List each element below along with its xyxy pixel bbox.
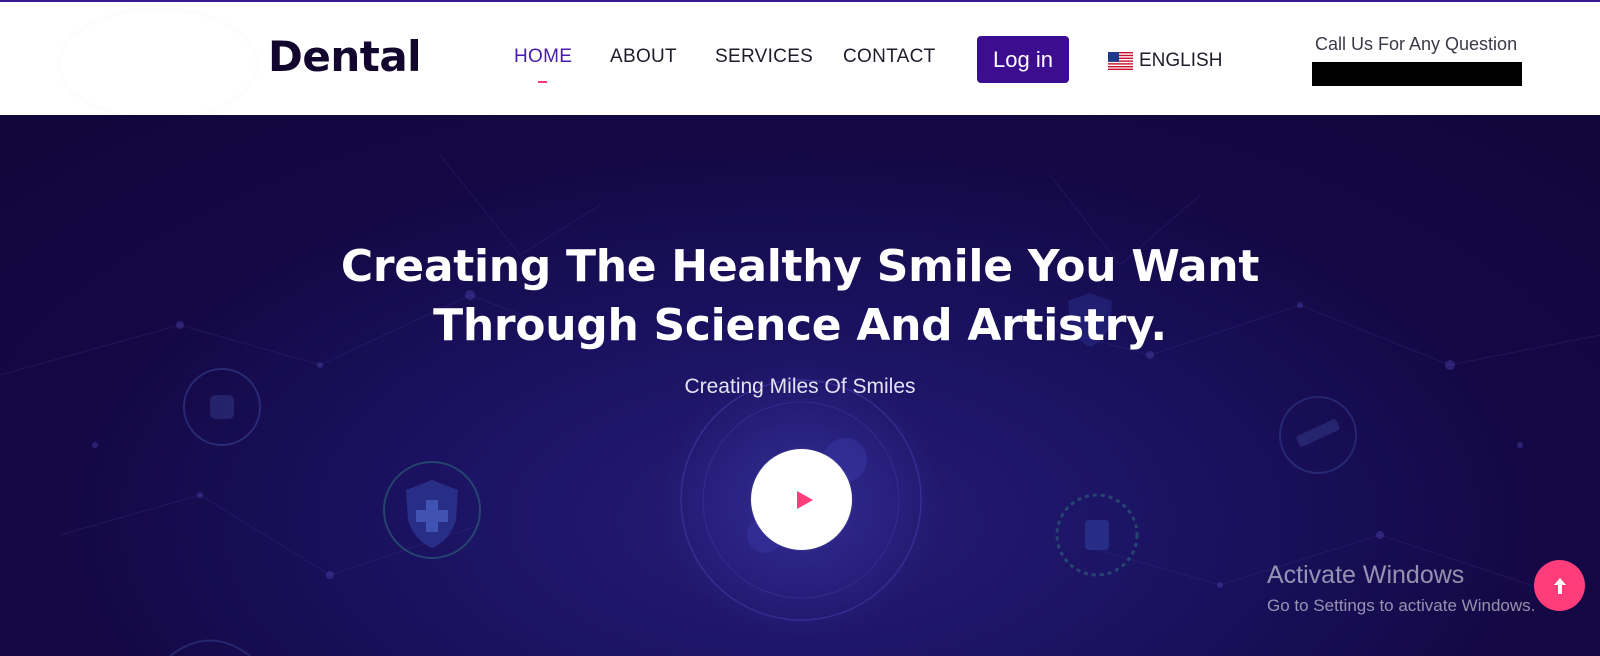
phone-number-redacted [1312,62,1522,86]
site-header: Dental HOME ABOUT SERVICES CONTACT Log i… [0,0,1600,118]
hero-title-line-1: Creating The Healthy Smile You Want [340,241,1260,292]
language-selector[interactable]: ENGLISH [1108,48,1222,74]
windows-activation-title: Activate Windows [1267,561,1465,589]
nav-item-home[interactable]: HOME [514,46,572,68]
windows-activation-subtitle: Go to Settings to activate Windows. [1267,596,1536,615]
login-button[interactable]: Log in [977,36,1069,83]
play-icon [796,490,813,509]
logo-image[interactable] [60,10,256,118]
call-us-label: Call Us For Any Question [1315,34,1518,54]
us-flag-icon [1108,52,1133,70]
hero-title-line-2: Through Science And Artistry. [433,300,1167,351]
brand-name[interactable]: Dental [268,32,422,81]
arrow-up-icon [1553,577,1566,594]
hero-section: Creating The Healthy Smile You Want Thro… [0,115,1600,656]
scroll-to-top-button[interactable] [1534,560,1585,611]
nav-item-services[interactable]: SERVICES [715,46,813,68]
hero-subtitle: Creating Miles Of Smiles [684,375,916,398]
nav-active-indicator [538,81,547,83]
play-video-button[interactable] [751,449,852,550]
nav-item-about[interactable]: ABOUT [610,46,677,68]
nav-item-contact[interactable]: CONTACT [843,46,936,68]
language-label: ENGLISH [1139,50,1223,71]
hero-title: Creating The Healthy Smile You Want Thro… [0,237,1600,355]
